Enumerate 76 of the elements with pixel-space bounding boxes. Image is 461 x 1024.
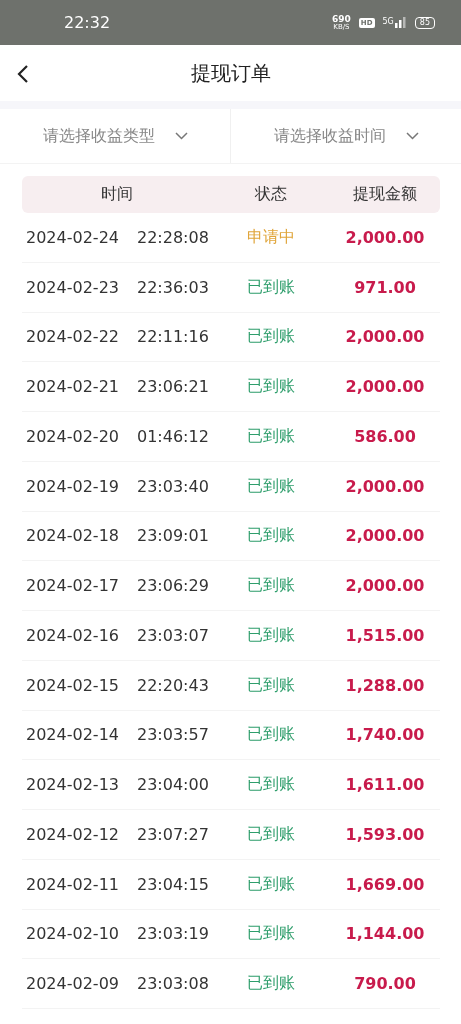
date-cell: 2024-02-23 — [26, 277, 119, 297]
date-cell: 2024-02-09 — [26, 974, 119, 994]
status-cell-text: 已到账 — [246, 475, 296, 497]
status-cell-text: 已到账 — [246, 425, 296, 447]
clock: 22:32 — [64, 13, 111, 32]
status-cell-text: 已到账 — [246, 376, 296, 398]
status-cell-text: 申请中 — [246, 226, 296, 248]
date-cell: 2024-02-12 — [26, 824, 119, 844]
time-cell: 23:03:08 — [137, 974, 209, 994]
amount-cell-text: 1,611.00 — [344, 775, 426, 795]
battery: 85 — [414, 16, 435, 29]
date-cell: 2024-02-11 — [26, 874, 119, 894]
status-cell-text: 已到账 — [246, 873, 296, 895]
status-cell-text: 已到账 — [246, 774, 296, 796]
time-cell: 23:03:40 — [137, 476, 209, 496]
time-cell: 23:03:57 — [137, 725, 209, 745]
status-cell-text: 已到账 — [246, 276, 296, 298]
date-cell: 2024-02-24 — [26, 227, 119, 247]
amount-cell-text: 1,740.00 — [344, 725, 426, 745]
amount-cell-text: 2,000.00 — [344, 476, 426, 496]
signal-icon — [394, 17, 407, 28]
date-cell: 2024-02-10 — [26, 924, 119, 944]
time-cell: 22:36:03 — [137, 277, 209, 297]
status-cell-text: 已到账 — [246, 674, 296, 696]
status-cell-text: 已到账 — [246, 823, 296, 845]
amount-cell-text: 2,000.00 — [344, 327, 426, 347]
chevron-down-icon — [405, 132, 419, 140]
date-cell: 2024-02-18 — [26, 526, 119, 546]
network-type: 5G — [382, 17, 394, 26]
time-cell: 23:04:00 — [137, 775, 209, 795]
date-cell: 2024-02-15 — [26, 675, 119, 695]
amount-cell-text: 1,669.00 — [344, 874, 426, 894]
time-cell: 01:46:12 — [137, 426, 209, 446]
back-icon[interactable] — [17, 65, 29, 83]
status-cell-text: 已到账 — [246, 973, 296, 995]
amount-cell-text: 790.00 — [353, 974, 417, 994]
page-title: 提现订单 — [190, 59, 271, 87]
date-cell: 2024-02-21 — [26, 377, 119, 397]
amount-cell-text: 1,288.00 — [344, 675, 426, 695]
time-cell: 22:20:43 — [137, 675, 209, 695]
time-cell: 23:09:01 — [137, 526, 209, 546]
amount-cell-text: 2,000.00 — [344, 576, 426, 596]
date-cell: 2024-02-13 — [26, 775, 119, 795]
time-cell: 23:06:21 — [137, 377, 209, 397]
time-cell: 23:06:29 — [137, 576, 209, 596]
amount-cell-text: 1,593.00 — [344, 824, 426, 844]
column-header: 提现金额 — [352, 184, 418, 205]
amount-cell-text: 2,000.00 — [344, 227, 426, 247]
status-cell-text: 已到账 — [246, 724, 296, 746]
date-cell: 2024-02-20 — [26, 426, 119, 446]
time-cell: 22:11:16 — [137, 327, 209, 347]
time-cell: 23:03:19 — [137, 924, 209, 944]
status-cell-text: 已到账 — [246, 923, 296, 945]
amount-cell-text: 1,144.00 — [344, 924, 426, 944]
time-cell: 23:04:15 — [137, 874, 209, 894]
amount-cell-text: 971.00 — [353, 277, 417, 297]
status-cell-text: 已到账 — [246, 326, 296, 348]
date-cell: 2024-02-17 — [26, 576, 119, 596]
date-cell: 2024-02-14 — [26, 725, 119, 745]
network-speed: 690 — [332, 14, 351, 24]
date-cell: 2024-02-16 — [26, 625, 119, 645]
column-header: 时间 — [100, 184, 134, 205]
date-cell: 2024-02-19 — [26, 476, 119, 496]
amount-cell-text: 1,515.00 — [344, 625, 426, 645]
amount-cell-text: 2,000.00 — [344, 526, 426, 546]
chevron-down-icon — [174, 132, 188, 140]
amount-cell-text: 2,000.00 — [344, 377, 426, 397]
date-cell: 2024-02-22 — [26, 327, 119, 347]
time-cell: 23:03:07 — [137, 625, 209, 645]
status-cell-text: 已到账 — [246, 525, 296, 547]
amount-cell-text: 586.00 — [353, 426, 417, 446]
time-cell: 23:07:27 — [137, 824, 209, 844]
status-cell-text: 已到账 — [246, 624, 296, 646]
status-cell-text: 已到账 — [246, 575, 296, 597]
time-cell: 22:28:08 — [137, 227, 209, 247]
column-header: 状态 — [254, 184, 288, 205]
